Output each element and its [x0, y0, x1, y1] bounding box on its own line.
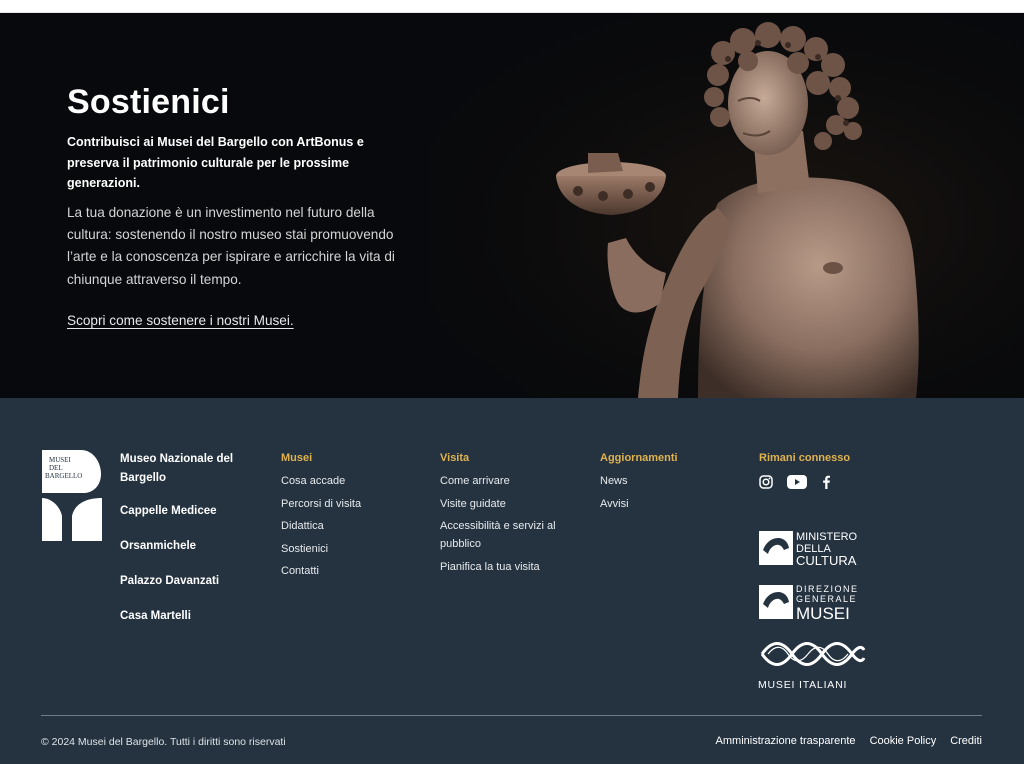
logo-text-line: BARGELLO — [45, 472, 82, 480]
logo-text: DIREZIONE — [796, 584, 859, 594]
bacchus-statue-image — [556, 22, 919, 398]
logo-text-line: MUSEI — [49, 456, 71, 464]
musei-italiani-logo[interactable]: MUSEI ITALIANI — [758, 636, 868, 694]
copyright: © 2024 Musei del Bargello. Tutti i dirit… — [41, 736, 286, 748]
legal-link-amministrazione[interactable]: Amministrazione trasparente — [716, 735, 856, 747]
column-heading: Rimani connesso — [759, 452, 851, 464]
footer-link[interactable]: News — [600, 472, 750, 490]
social-links — [759, 475, 831, 494]
footer-link[interactable]: Sostienici — [281, 540, 431, 558]
logo-text: MUSEI — [796, 604, 850, 622]
museums-list: Museo Nazionale del Bargello Cappelle Me… — [120, 450, 260, 626]
mic-mark: MiC — [760, 610, 775, 619]
footer-column-connect: Rimani connesso — [759, 451, 909, 472]
footer-link[interactable]: Cosa accade — [281, 472, 431, 490]
museum-link[interactable]: Casa Martelli — [120, 607, 260, 626]
logo-text: GENERALE — [796, 594, 857, 604]
footer-column-musei: Musei Cosa accade Percorsi di visita Did… — [281, 451, 431, 585]
logo-text: CULTURA — [796, 553, 857, 568]
footer-link[interactable]: Avvisi — [600, 495, 750, 513]
bargello-logo[interactable]: MUSEI DEL BARGELLO — [41, 448, 103, 542]
footer-link[interactable]: Come arrivare — [440, 472, 590, 490]
footer-link[interactable]: Percorsi di visita — [281, 495, 431, 513]
direzione-musei-logo[interactable]: MiC DIREZIONE GENERALE MUSEI — [758, 582, 868, 622]
logo-text: MINISTERO — [796, 531, 858, 543]
museum-link[interactable]: Orsanmichele — [120, 537, 260, 556]
legal-link-cookie[interactable]: Cookie Policy — [870, 735, 937, 747]
top-strip — [0, 0, 1024, 13]
footer-link[interactable]: Pianifica la tua visita — [440, 558, 590, 576]
site-footer: MUSEI DEL BARGELLO Museo Nazionale del B… — [0, 398, 1024, 764]
footer-link[interactable]: Contatti — [281, 562, 431, 580]
legal-link-crediti[interactable]: Crediti — [950, 735, 982, 747]
footer-link[interactable]: Visite guidate — [440, 495, 590, 513]
support-hero: Sostienici Contribuisci ai Musei del Bar… — [0, 13, 1024, 398]
facebook-icon[interactable] — [821, 475, 831, 494]
logo-text: MUSEI ITALIANI — [758, 679, 847, 691]
instagram-icon[interactable] — [759, 475, 773, 494]
youtube-icon[interactable] — [787, 475, 807, 494]
logo-text-line: DEL — [49, 464, 63, 472]
footer-column-visita: Visita Come arrivare Visite guidate Acce… — [440, 451, 590, 580]
column-heading: Musei — [281, 452, 313, 464]
mic-mark: MiC — [760, 556, 775, 565]
hero-body: La tua donazione è un investimento nel f… — [67, 205, 395, 287]
legal-links: Amministrazione trasparente Cookie Polic… — [716, 735, 982, 747]
footer-divider — [41, 715, 982, 716]
support-link[interactable]: Scopri come sostenere i nostri Musei. — [67, 313, 294, 328]
museum-link[interactable]: Cappelle Medicee — [120, 502, 260, 521]
column-heading: Visita — [440, 452, 470, 464]
hero-lead: Contribuisci ai Musei del Bargello con A… — [67, 135, 364, 190]
hero-title: Sostienici — [67, 83, 230, 121]
footer-column-aggiornamenti: Aggiornamenti News Avvisi — [600, 451, 750, 517]
footer-link[interactable]: Accessibilità e servizi al pubblico — [440, 517, 575, 553]
ministero-cultura-logo[interactable]: MiC MINISTERO DELLA CULTURA — [758, 528, 868, 568]
museum-link[interactable]: Museo Nazionale del Bargello — [120, 450, 260, 488]
footer-link[interactable]: Didattica — [281, 517, 431, 535]
column-heading: Aggiornamenti — [600, 452, 678, 464]
museum-link[interactable]: Palazzo Davanzati — [120, 572, 260, 591]
